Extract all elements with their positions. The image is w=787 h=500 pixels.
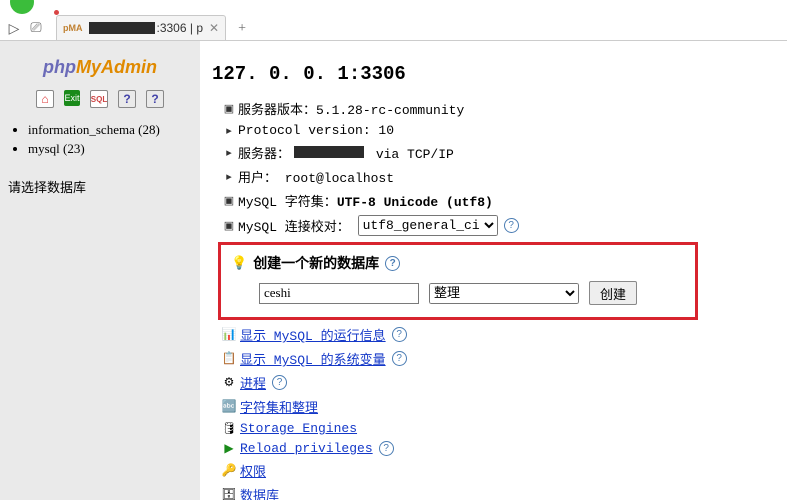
link-icon: 📊 [220,327,238,342]
select-db-prompt: 请选择数据库 [8,177,192,196]
help-icon[interactable]: ? [392,351,407,366]
link-icon: 🔤 [220,399,238,414]
collation-icon: ▣ [220,219,238,233]
tab-title-suffix: :3306 | p [157,21,204,35]
help-icon[interactable]: ? [392,327,407,342]
server-version: 服务器版本：5.1.28-rc-community [238,99,464,118]
main-panel: 127. 0. 0. 1:3306 ▣服务器版本：5.1.28-rc-commu… [200,41,787,500]
new-tab-button[interactable]: + [230,18,254,40]
action-link[interactable]: Storage Engines [240,421,357,436]
db-item[interactable]: information_schema (28) [28,122,192,138]
link-icon: 🛢 [220,421,238,436]
create-database-box: 💡 创建一个新的数据库 ? 整理 创建 [218,242,698,320]
charset-icon: ▣ [220,194,238,208]
server-name: 服务器： via TCP/IP [238,143,454,162]
server-heading: 127. 0. 0. 1:3306 [212,63,775,85]
bullet-icon: ▸ [220,146,238,160]
user-info: 用户： root@localhost [238,167,394,186]
db-collation-select[interactable]: 整理 [429,283,579,304]
browser-tab[interactable]: pMA :3306 | p ✕ [56,15,226,40]
home-icon[interactable]: ⌂ [36,90,54,108]
link-icon: 🗄 [220,487,238,500]
action-link[interactable]: 进程 [240,373,266,392]
link-icon: ▶ [220,441,238,456]
link-icon: ⚙ [220,375,238,390]
close-icon[interactable]: ✕ [209,21,219,35]
lightbulb-icon: 💡 [231,255,247,271]
action-link-row: 🔤字符集和整理 [220,397,775,416]
action-link-row: 📋显示 MySQL 的系统变量? [220,349,775,368]
protocol-version: Protocol version: 10 [238,123,394,138]
database-list: information_schema (28) mysql (23) [8,122,192,157]
bullet-icon: ▸ [220,170,238,184]
bullet-icon: ▸ [220,124,238,138]
action-link[interactable]: 显示 MySQL 的系统变量 [240,349,386,368]
action-link[interactable]: 数据库 [240,485,279,500]
action-link-row: 🛢Storage Engines [220,421,775,436]
action-link-row: 🔑权限 [220,461,775,480]
action-link-row: ▶Reload privileges? [220,441,775,456]
db-item[interactable]: mysql (23) [28,141,192,157]
help-icon[interactable]: ? [504,218,519,233]
help-icon[interactable]: ? [385,256,400,271]
phpmyadmin-logo: phpMyAdmin [8,57,192,78]
exit-icon[interactable]: Exit [64,90,80,106]
charset-row: MySQL 字符集：UTF-8 Unicode (utf8) [238,191,493,210]
redacted-host [89,22,155,34]
server-icon: ▣ [220,102,238,116]
link-icon: 📋 [220,351,238,366]
create-button[interactable]: 创建 [589,281,637,305]
action-link[interactable]: 字符集和整理 [240,397,318,416]
link-icon: 🔑 [220,463,238,478]
create-db-title: 创建一个新的数据库 [253,253,379,273]
action-link-row: 🗄数据库 [220,485,775,500]
action-link[interactable]: 权限 [240,461,266,480]
browser-tab-bar: ▷ ⎚ pMA :3306 | p ✕ + [0,14,787,41]
action-link[interactable]: Reload privileges [240,441,373,456]
collation-label: MySQL 连接校对： [238,216,350,235]
back-icon[interactable]: ▷ [6,18,22,40]
collation-select[interactable]: utf8_general_ci [358,215,498,236]
sql-icon[interactable]: SQL [90,90,108,108]
device-icon[interactable]: ⎚ [28,18,44,40]
action-link-row: ⚙进程? [220,373,775,392]
help-icon[interactable]: ? [118,90,136,108]
action-link-row: 📊显示 MySQL 的运行信息? [220,325,775,344]
help-icon[interactable]: ? [379,441,394,456]
sidebar: phpMyAdmin ⌂ Exit SQL ? ? information_sc… [0,41,200,500]
db-name-input[interactable] [259,283,419,304]
pma-favicon: pMA [63,23,83,33]
sidebar-toolbar: ⌂ Exit SQL ? ? [8,90,192,108]
docs-icon[interactable]: ? [146,90,164,108]
action-link[interactable]: 显示 MySQL 的运行信息 [240,325,386,344]
help-icon[interactable]: ? [272,375,287,390]
